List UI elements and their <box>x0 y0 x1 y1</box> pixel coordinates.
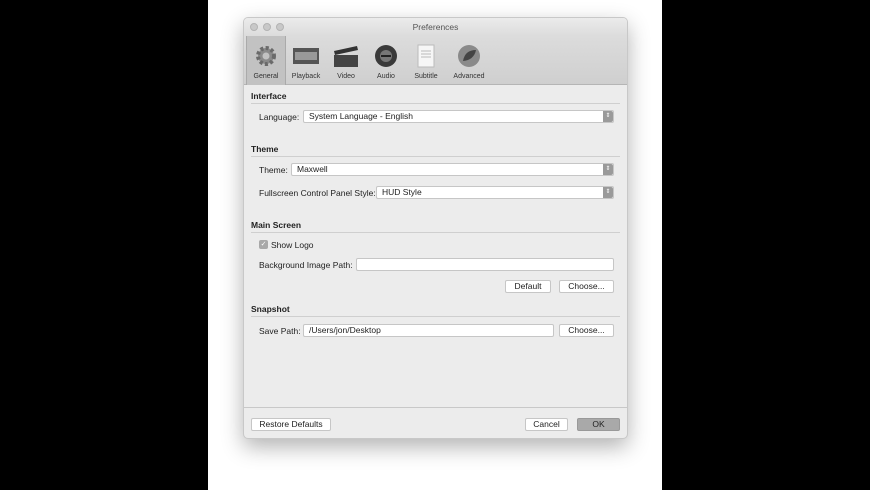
divider <box>251 232 620 233</box>
speaker-icon <box>373 43 399 69</box>
film-strip-icon <box>293 43 319 69</box>
tab-general[interactable]: General <box>246 36 286 85</box>
divider <box>251 156 620 157</box>
main-screen-heading: Main Screen <box>251 220 302 230</box>
preferences-window: Preferences General Playback Video Audio… <box>243 17 628 439</box>
show-logo-label: Show Logo <box>271 240 314 250</box>
save-path-input[interactable]: /Users/jon/Desktop <box>303 324 554 337</box>
theme-label: Theme: <box>259 165 288 175</box>
zoom-button[interactable] <box>276 23 284 31</box>
toolbar: General Playback Video Audio Subtitle Ad… <box>244 36 627 85</box>
advanced-icon <box>456 43 482 69</box>
language-select[interactable]: System Language - English ⇕ <box>303 110 614 123</box>
tab-playback[interactable]: Playback <box>286 36 326 85</box>
clapperboard-icon <box>333 43 359 69</box>
chevron-updown-icon: ⇕ <box>603 187 613 198</box>
choose-save-path-button[interactable]: Choose... <box>559 324 614 337</box>
minimize-button[interactable] <box>263 23 271 31</box>
default-button[interactable]: Default <box>505 280 551 293</box>
fullscreen-style-select[interactable]: HUD Style ⇕ <box>376 186 614 199</box>
tab-advanced[interactable]: Advanced <box>446 36 492 85</box>
choose-background-button[interactable]: Choose... <box>559 280 614 293</box>
show-logo-checkbox[interactable]: ✓ <box>259 240 268 249</box>
theme-heading: Theme <box>251 144 279 154</box>
restore-defaults-button[interactable]: Restore Defaults <box>251 418 331 431</box>
tab-subtitle[interactable]: Subtitle <box>406 36 446 85</box>
interface-heading: Interface <box>251 91 287 101</box>
window-title: Preferences <box>412 22 459 32</box>
document-icon <box>413 43 439 69</box>
chevron-updown-icon: ⇕ <box>603 164 613 175</box>
background-image-path-input[interactable] <box>356 258 614 271</box>
divider <box>251 316 620 317</box>
footer-divider <box>244 407 627 408</box>
background-image-path-label: Background Image Path: <box>259 260 353 270</box>
divider <box>251 103 620 104</box>
gear-icon <box>253 43 279 69</box>
fullscreen-style-label: Fullscreen Control Panel Style: <box>259 188 376 198</box>
tab-audio[interactable]: Audio <box>366 36 406 85</box>
close-button[interactable] <box>250 23 258 31</box>
theme-select[interactable]: Maxwell ⇕ <box>291 163 614 176</box>
cancel-button[interactable]: Cancel <box>525 418 568 431</box>
save-path-label: Save Path: <box>259 326 301 336</box>
chevron-updown-icon: ⇕ <box>603 111 613 122</box>
title-bar: Preferences <box>244 18 627 36</box>
ok-button[interactable]: OK <box>577 418 620 431</box>
tab-video[interactable]: Video <box>326 36 366 85</box>
language-label: Language: <box>259 112 300 122</box>
snapshot-heading: Snapshot <box>251 304 290 314</box>
